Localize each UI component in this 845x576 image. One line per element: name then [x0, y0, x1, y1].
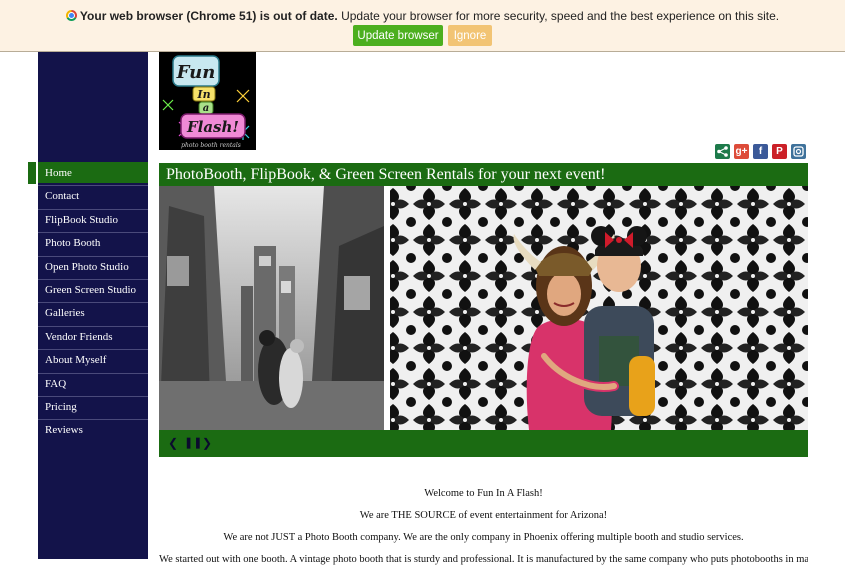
nav-item-flipbook-studio[interactable]: FlipBook Studio: [38, 208, 148, 230]
nav-item-green-screen-studio[interactable]: Green Screen Studio: [38, 278, 148, 300]
logo-word-flash: Flash!: [186, 118, 239, 136]
logo-tagline: photo booth rentals: [181, 142, 241, 149]
slideshow-images: [159, 186, 808, 430]
pause-icon[interactable]: ❚❚: [184, 436, 202, 450]
welcome-line: Welcome to Fun In A Flash!: [424, 488, 543, 499]
google-plus-icon[interactable]: g+: [734, 144, 749, 159]
update-message-bold: Your web browser (Chrome 51) is out of d…: [79, 9, 338, 23]
nav-item-about-myself[interactable]: About Myself: [38, 349, 148, 371]
update-message-text: Update your browser for more security, s…: [337, 9, 780, 23]
nav-item-vendor-friends[interactable]: Vendor Friends: [38, 325, 148, 347]
browser-update-banner: Your web browser (Chrome 51) is out of d…: [0, 0, 845, 52]
logo-graphic: Fun In a Flash! photo booth rentals: [159, 52, 256, 150]
site-logo[interactable]: Fun In a Flash! photo booth rentals: [159, 52, 256, 150]
previous-slide-icon[interactable]: ❮: [168, 436, 178, 450]
slideshow-controls: ❮ ❚❚ ❯: [159, 430, 808, 457]
pinterest-icon[interactable]: P: [772, 144, 787, 159]
booth-photo: [390, 186, 808, 430]
source-line: We are THE SOURCE of event entertainment…: [359, 510, 608, 521]
instagram-icon[interactable]: [791, 144, 806, 159]
welcome-content: Welcome to Fun In A Flash! We are THE SO…: [159, 488, 808, 576]
chrome-icon: [65, 10, 77, 21]
slideshow[interactable]: [159, 186, 808, 430]
update-browser-button[interactable]: Update browser: [353, 25, 443, 46]
logo-word-in: In: [196, 88, 210, 101]
next-slide-icon[interactable]: ❯: [202, 436, 212, 450]
main-nav: Home Contact FlipBook Studio Photo Booth…: [38, 162, 148, 443]
services-line: We are not JUST a Photo Booth company. W…: [223, 532, 744, 543]
city-photo: [159, 186, 384, 430]
hero-title: PhotoBooth, FlipBook, & Green Screen Ren…: [159, 163, 808, 186]
share-icon[interactable]: [715, 144, 730, 159]
logo-word-a: a: [203, 103, 209, 114]
logo-word-fun: Fun: [176, 62, 216, 83]
nav-item-galleries[interactable]: Galleries: [38, 302, 148, 324]
nav-item-open-photo-studio[interactable]: Open Photo Studio: [38, 255, 148, 277]
nav-item-faq[interactable]: FAQ: [38, 372, 148, 394]
nav-item-reviews[interactable]: Reviews: [38, 419, 148, 441]
facebook-icon[interactable]: f: [753, 144, 768, 159]
history-line: We started out with one booth. A vintage…: [159, 554, 808, 565]
nav-item-photo-booth[interactable]: Photo Booth: [38, 232, 148, 254]
nav-item-contact[interactable]: Contact: [38, 185, 148, 207]
nav-item-home[interactable]: Home: [38, 162, 148, 183]
nav-item-pricing[interactable]: Pricing: [38, 395, 148, 417]
ignore-button[interactable]: Ignore: [448, 25, 492, 46]
active-nav-marker: [28, 162, 36, 184]
update-message: Your web browser (Chrome 51) is out of d…: [0, 9, 845, 23]
